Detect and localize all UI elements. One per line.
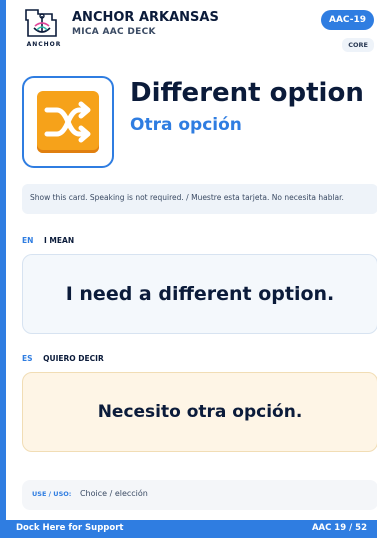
card-code-badge: AAC-19 — [320, 10, 374, 30]
spanish-section-label: ES QUIERO DECIR — [22, 354, 104, 363]
card-title-spanish: Otra opción — [130, 115, 242, 135]
anchor-logo: ANCHOR — [22, 6, 62, 50]
aac-card: ANCHOR ANCHOR ARKANSAS MICA AAC DECK AAC… — [0, 0, 377, 538]
spanish-code: ES — [22, 354, 33, 363]
usage-label: USE / USO: — [32, 490, 72, 498]
english-code: EN — [22, 236, 34, 245]
spanish-phrase-box[interactable]: Necesito otra opción. — [22, 372, 377, 452]
dock-support-label[interactable]: Dock Here for Support — [16, 523, 123, 533]
english-label: I MEAN — [44, 236, 75, 245]
card-icon-frame — [22, 76, 114, 168]
usage-value: Choice / elección — [79, 489, 148, 498]
instruction-banner: Show this card. Speaking is not required… — [22, 184, 377, 214]
english-section-label: EN I MEAN — [22, 236, 74, 245]
spanish-phrase: Necesito otra opción. — [97, 402, 303, 422]
card-title-english: Different option — [130, 78, 364, 108]
logo-text: ANCHOR — [26, 41, 62, 48]
spanish-label: QUIERO DECIR — [43, 354, 104, 363]
brand-name: ANCHOR ARKANSAS — [72, 10, 219, 25]
footer-bar: Dock Here for Support AAC 19 / 52 — [6, 520, 377, 538]
card-header: ANCHOR ANCHOR ARKANSAS MICA AAC DECK AAC… — [18, 6, 377, 52]
anchor-logo-icon — [25, 9, 57, 37]
deck-name: MICA AAC DECK — [72, 27, 156, 37]
english-phrase-box[interactable]: I need a different option. — [22, 254, 377, 334]
shuffle-icon — [37, 91, 99, 153]
page-counter: AAC 19 / 52 — [311, 523, 367, 533]
english-phrase: I need a different option. — [65, 283, 335, 305]
category-badge: CORE — [342, 38, 374, 52]
usage-row: USE / USO: Choice / elección — [22, 480, 377, 510]
